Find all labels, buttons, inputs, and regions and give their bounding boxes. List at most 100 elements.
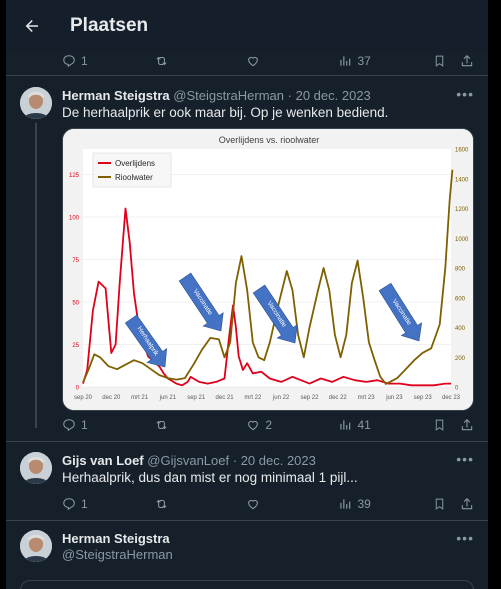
share-icon[interactable] xyxy=(460,497,474,511)
views-icon xyxy=(340,420,351,430)
author-name[interactable]: Herman Steigstra xyxy=(62,531,170,546)
tweet-handle-line: @SteigstraHerman xyxy=(62,547,173,562)
reply-count: 1 xyxy=(81,418,88,432)
views-count: 37 xyxy=(357,54,371,68)
y-right-tick-label: 200 xyxy=(455,356,466,362)
heart-icon xyxy=(248,56,259,67)
author-name[interactable]: Gijs van Loef xyxy=(62,453,144,468)
repost-button[interactable] xyxy=(154,54,184,68)
chart-svg: Overlijdens vs. rioolwater02550751001250… xyxy=(63,129,473,410)
share-icon[interactable] xyxy=(460,418,474,432)
y-left-tick-label: 125 xyxy=(69,173,80,179)
repost-icon xyxy=(156,56,167,66)
reply-button[interactable]: 1 xyxy=(62,54,92,68)
author-handle[interactable]: @SteigstraHerman xyxy=(173,88,284,103)
prev-tweet-actions: 1 37 xyxy=(62,51,474,71)
views-button[interactable]: 39 xyxy=(338,497,371,511)
x-tick-label: dec 23 xyxy=(442,395,461,401)
reply-icon xyxy=(63,498,75,511)
bookmark-icon[interactable] xyxy=(433,54,446,68)
avatar-photo xyxy=(20,530,52,562)
y-left-tick-label: 25 xyxy=(72,343,79,349)
repost-button[interactable] xyxy=(154,418,184,432)
reply-count: 1 xyxy=(81,54,88,68)
embedded-card[interactable] xyxy=(20,580,474,589)
heart-icon xyxy=(248,420,259,431)
more-options-icon[interactable]: ••• xyxy=(456,86,474,102)
x-tick-label: jun 21 xyxy=(159,395,177,401)
views-icon xyxy=(340,56,351,66)
y-right-tick-label: 600 xyxy=(455,296,466,302)
bookmark-icon[interactable] xyxy=(433,497,446,511)
share-icon[interactable] xyxy=(460,54,474,68)
tweet-text: Herhaalprik, dus dan mist er nog minimaa… xyxy=(62,470,358,485)
x-tick-label: dec 20 xyxy=(102,395,121,401)
reply-button[interactable]: 1 xyxy=(62,497,92,511)
views-button[interactable]: 41 xyxy=(338,418,371,432)
x-tick-label: dec 21 xyxy=(216,395,235,401)
x-tick-label: mrt 23 xyxy=(358,395,376,401)
back-button[interactable] xyxy=(14,8,50,44)
arrow-left-icon xyxy=(25,20,38,32)
reply-icon xyxy=(63,419,75,432)
y-left-tick-label: 75 xyxy=(72,258,79,264)
bookmark-icon[interactable] xyxy=(433,418,446,432)
x-tick-label: sep 21 xyxy=(187,395,206,401)
reply-count: 1 xyxy=(81,497,88,511)
timeline-column: Plaatsen 1 37 Herman Steigstra @Steigstr… xyxy=(6,0,488,589)
x-tick-label: jun 23 xyxy=(385,395,403,401)
tweet-date[interactable]: · 20 dec. 2023 xyxy=(233,453,316,468)
y-left-tick-label: 100 xyxy=(69,216,80,222)
like-count: 2 xyxy=(265,418,272,432)
like-button[interactable] xyxy=(246,497,276,511)
reply-button[interactable]: 1 xyxy=(62,418,92,432)
like-button[interactable]: 2 xyxy=(246,418,276,432)
tweet-text: De herhaalprik er ook maar bij. Op je we… xyxy=(62,105,389,120)
views-button[interactable]: 37 xyxy=(338,54,371,68)
y-right-tick-label: 1200 xyxy=(455,207,469,213)
chart-image[interactable]: Overlijdens vs. rioolwater 0 25 50 75 100 125 0… xyxy=(62,128,474,411)
x-tick-label: sep 22 xyxy=(300,395,319,401)
y-left-tick-label: 50 xyxy=(72,301,79,307)
author-handle[interactable]: @SteigstraHerman xyxy=(62,547,173,562)
views-icon xyxy=(340,499,351,509)
avatar[interactable] xyxy=(20,87,52,119)
like-button[interactable] xyxy=(246,54,276,68)
x-tick-label: dec 22 xyxy=(329,395,348,401)
x-tick-label: sep 20 xyxy=(74,395,93,401)
tweet-actions: 1 2 41 xyxy=(62,415,474,435)
y-right-tick-label: 1000 xyxy=(455,237,469,243)
views-count: 41 xyxy=(357,418,371,432)
tweet-header: Herman Steigstra @SteigstraHerman · 20 d… xyxy=(62,88,371,103)
avatar-photo xyxy=(20,452,52,484)
avatar-photo xyxy=(20,87,52,119)
avatar[interactable] xyxy=(20,530,52,562)
repost-icon xyxy=(156,420,167,430)
tweet-header: Gijs van Loef @GijsvanLoef · 20 dec. 202… xyxy=(62,453,316,468)
y-right-tick-label: 1600 xyxy=(455,148,469,154)
chart-title: Overlijdens vs. rioolwater xyxy=(219,135,320,145)
more-options-icon[interactable]: ••• xyxy=(456,451,474,467)
repost-button[interactable] xyxy=(154,497,184,511)
x-tick-label: mrt 21 xyxy=(131,395,149,401)
author-handle[interactable]: @GijsvanLoef xyxy=(147,453,229,468)
divider xyxy=(6,441,488,442)
tweet-date[interactable]: · 20 dec. 2023 xyxy=(288,88,371,103)
thread-line xyxy=(35,123,37,428)
repost-icon xyxy=(156,499,167,509)
share-group xyxy=(433,54,474,68)
author-name[interactable]: Herman Steigstra xyxy=(62,88,170,103)
y-right-tick-label: 1400 xyxy=(455,177,469,183)
x-tick-label: mrt 22 xyxy=(244,395,262,401)
page-title: Plaatsen xyxy=(70,15,149,36)
tweet-header: Herman Steigstra xyxy=(62,531,170,546)
divider xyxy=(6,520,488,521)
heart-icon xyxy=(248,499,259,510)
legend-label: Rioolwater xyxy=(115,173,153,182)
tweet-actions: 1 39 xyxy=(62,494,474,514)
share-group xyxy=(433,497,474,511)
y-right-tick-label: 800 xyxy=(455,267,466,273)
more-options-icon[interactable]: ••• xyxy=(456,530,474,546)
divider xyxy=(6,75,488,76)
avatar[interactable] xyxy=(20,452,52,484)
